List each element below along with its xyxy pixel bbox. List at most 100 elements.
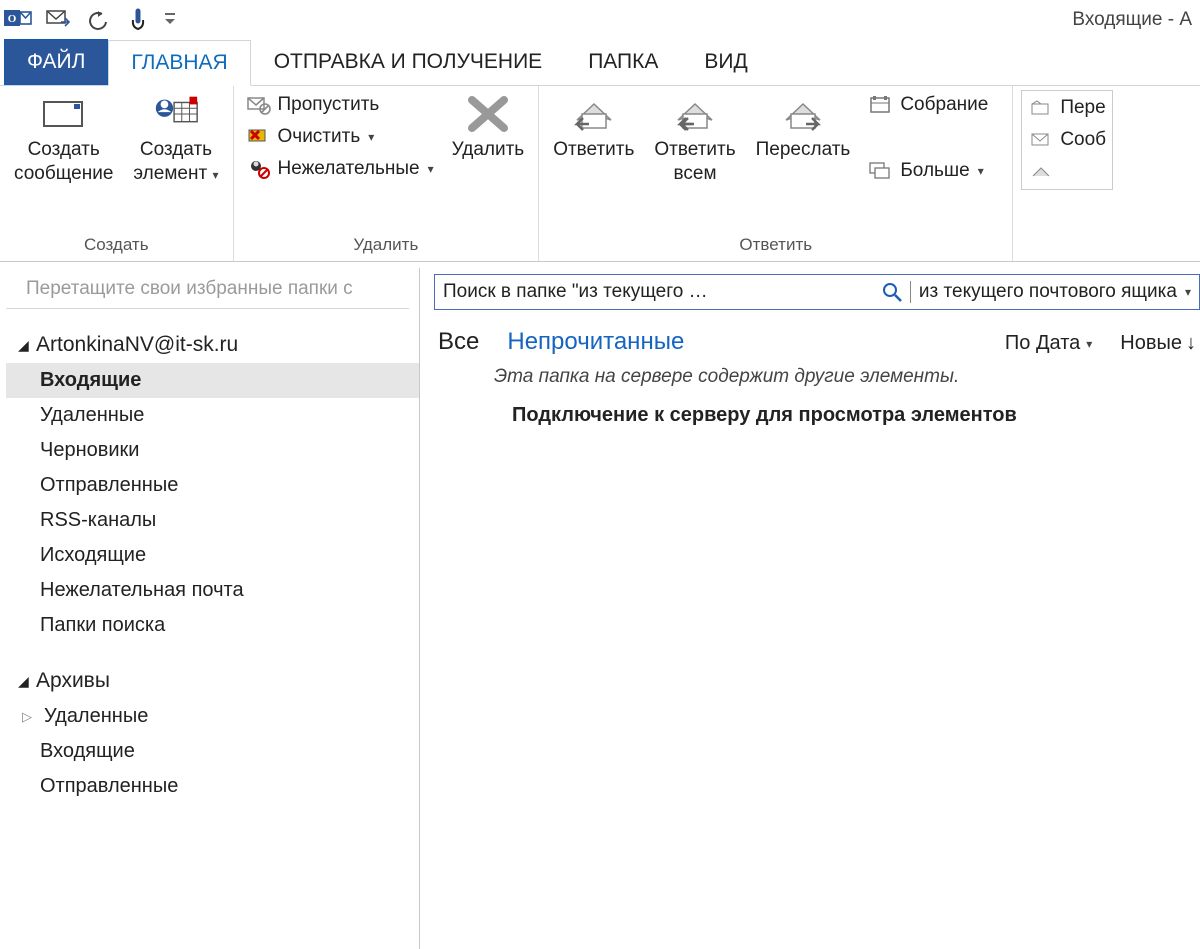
archive-deleted[interactable]: ▷ Удаленные [6, 699, 419, 734]
ribbon: Создать сообщение Создать элемент ▾ Созд… [0, 86, 1200, 262]
folder-label: Отправленные [40, 474, 178, 497]
new-mail-button[interactable]: Создать сообщение [8, 90, 119, 188]
folder-search-folders[interactable]: Папки поиска [6, 608, 419, 643]
quickstep-label: Сооб [1060, 129, 1106, 151]
touch-mode-icon[interactable] [124, 6, 152, 34]
folder-inbox[interactable]: Входящие [6, 363, 419, 398]
qat-dropdown-icon[interactable] [164, 6, 176, 34]
tab-view[interactable]: ВИД [681, 39, 770, 85]
delete-button[interactable]: Удалить [446, 90, 531, 164]
folder-outbox[interactable]: Исходящие [6, 538, 419, 573]
folder-label: Входящие [40, 369, 141, 392]
clean-icon [246, 126, 272, 148]
account-node[interactable]: ◢ ArtonkinaNV@it-sk.ru [6, 327, 419, 363]
meeting-label: Собрание [900, 94, 988, 116]
folder-pane: Перетащите свои избранные папки с ◢ Arto… [0, 268, 420, 949]
quickstep-item[interactable] [1024, 159, 1110, 185]
collapse-arrow-icon: ◢ [18, 673, 32, 690]
junk-button[interactable]: Нежелательные ▾ [242, 156, 438, 182]
filter-bar: Все Непрочитанные По Дата ▾ Новые ↓ [434, 310, 1200, 360]
search-scope-label: из текущего почтового ящика [919, 281, 1177, 303]
junk-icon [246, 158, 272, 180]
ignore-button[interactable]: Пропустить [242, 92, 438, 118]
new-item-label-1: Создать [140, 138, 212, 162]
mail-small-icon [1028, 129, 1054, 151]
folder-tree: ◢ ArtonkinaNV@it-sk.ru Входящие Удаленны… [6, 309, 419, 804]
folder-label: Отправленные [40, 775, 178, 798]
search-input[interactable]: Поиск в папке "из текущего … [435, 281, 911, 303]
meeting-button[interactable]: Собрание [864, 92, 1004, 118]
clean-label: Очистить [278, 126, 361, 148]
reply-all-label-1: Ответить [654, 138, 735, 162]
dropdown-caret-icon: ▾ [368, 130, 374, 144]
delete-label: Удалить [452, 138, 525, 162]
filter-all[interactable]: Все [438, 328, 479, 356]
archive-sent[interactable]: Отправленные [6, 769, 419, 804]
filter-unread[interactable]: Непрочитанные [507, 328, 684, 356]
ribbon-group-delete: Пропустить Очистить ▾ Нежелательные ▾ [234, 86, 540, 261]
quickstep-item[interactable]: Сооб [1024, 127, 1110, 153]
search-icon[interactable] [882, 282, 902, 302]
meeting-icon [868, 94, 894, 116]
reply-icon [569, 94, 619, 134]
dropdown-caret-icon: ▾ [1086, 337, 1092, 351]
ribbon-group-create: Создать сообщение Создать элемент ▾ Созд… [0, 86, 234, 261]
send-receive-icon[interactable] [44, 6, 72, 34]
order-label: Новые [1120, 332, 1182, 355]
group-label-respond: Ответить [739, 233, 812, 259]
forward-button[interactable]: Переслать [750, 90, 857, 164]
quickstep-label: Пере [1060, 97, 1105, 119]
dropdown-caret-icon: ▾ [209, 168, 218, 182]
new-mail-label-1: Создать [28, 138, 100, 162]
ribbon-group-quicksteps: Пере Сооб [1013, 86, 1121, 261]
favorites-hint: Перетащите свои избранные папки с [6, 272, 409, 309]
forward-icon [778, 94, 828, 134]
account-label: ArtonkinaNV@it-sk.ru [36, 333, 238, 357]
search-placeholder: Поиск в папке "из текущего … [443, 281, 708, 303]
archive-inbox[interactable]: Входящие [6, 734, 419, 769]
more-respond-button[interactable]: Больше▾ [864, 158, 1004, 184]
folder-label: Папки поиска [40, 614, 165, 637]
clean-button[interactable]: Очистить ▾ [242, 124, 438, 150]
undo-icon[interactable] [84, 6, 112, 34]
reply-button[interactable]: Ответить [547, 90, 640, 164]
dropdown-caret-icon: ▾ [1185, 285, 1191, 299]
move-icon [1028, 97, 1054, 119]
folder-label: Исходящие [40, 544, 146, 567]
search-scope-dropdown[interactable]: из текущего почтового ящика ▾ [911, 281, 1199, 303]
sort-by-dropdown[interactable]: По Дата ▾ [1005, 332, 1092, 355]
reply-all-label-2: всем [674, 162, 717, 186]
reply-all-icon [670, 94, 720, 134]
sort-order-toggle[interactable]: Новые ↓ [1120, 332, 1196, 355]
folder-drafts[interactable]: Черновики [6, 433, 419, 468]
folder-label: RSS-каналы [40, 509, 156, 532]
group-label-quicksteps [1065, 233, 1070, 259]
archives-node[interactable]: ◢ Архивы [6, 643, 419, 699]
folder-label: Удаленные [44, 705, 148, 728]
quickstep-item[interactable]: Пере [1024, 95, 1110, 121]
search-bar: Поиск в папке "из текущего … из текущего… [434, 274, 1200, 310]
tab-send-receive[interactable]: ОТПРАВКА И ПОЛУЧЕНИЕ [251, 39, 565, 85]
archives-label: Архивы [36, 669, 110, 693]
new-item-button[interactable]: Создать элемент ▾ [127, 90, 224, 188]
folder-deleted[interactable]: Удаленные [6, 398, 419, 433]
new-item-icon [151, 94, 201, 134]
reply-all-button[interactable]: Ответить всем [648, 90, 741, 188]
tab-home[interactable]: ГЛАВНАЯ [108, 40, 250, 86]
reply-label: Ответить [553, 138, 634, 162]
folder-label: Черновики [40, 439, 139, 462]
tab-folder[interactable]: ПАПКА [565, 39, 681, 85]
dropdown-caret-icon: ▾ [428, 162, 434, 176]
dropdown-caret-icon: ▾ [978, 164, 984, 178]
workspace: Перетащите свои избранные папки с ◢ Arto… [0, 262, 1200, 949]
junk-label: Нежелательные [278, 158, 420, 180]
folder-label: Входящие [40, 740, 135, 763]
folder-junk[interactable]: Нежелательная почта [6, 573, 419, 608]
folder-sent[interactable]: Отправленные [6, 468, 419, 503]
tab-file[interactable]: ФАЙЛ [4, 39, 108, 85]
server-items-hint: Эта папка на сервере содержит другие эле… [434, 360, 1200, 396]
group-label-create: Создать [84, 233, 149, 259]
ignore-icon [246, 94, 272, 116]
folder-rss[interactable]: RSS-каналы [6, 503, 419, 538]
new-item-label-2: элемент [133, 163, 207, 184]
